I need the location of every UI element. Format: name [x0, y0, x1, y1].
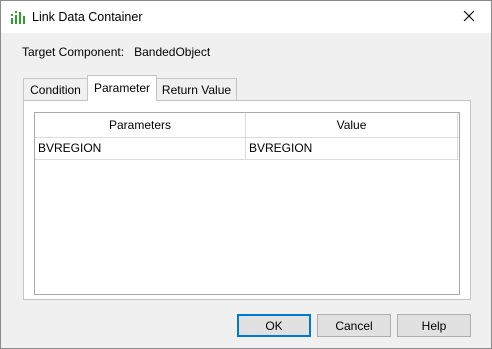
value-cell[interactable]: BVREGION: [246, 138, 458, 159]
tab-parameter[interactable]: Parameter: [87, 75, 157, 101]
target-component-row: Target Component: BandedObject: [22, 45, 210, 59]
parameters-table: Parameters Value BVREGION BVREGION: [34, 112, 460, 295]
close-button[interactable]: [447, 1, 491, 33]
table-header: Parameters Value: [35, 113, 459, 138]
target-component-value: BandedObject: [134, 45, 211, 59]
tab-condition[interactable]: Condition: [23, 78, 88, 100]
title-bar[interactable]: Link Data Container: [1, 1, 491, 33]
cancel-button[interactable]: Cancel: [317, 314, 391, 337]
ok-button[interactable]: OK: [237, 314, 311, 337]
column-header-parameters[interactable]: Parameters: [35, 113, 246, 137]
table-row[interactable]: BVREGION BVREGION: [35, 138, 459, 160]
window-title: Link Data Container: [32, 10, 143, 24]
tab-return-value[interactable]: Return Value: [156, 78, 237, 100]
help-button[interactable]: Help: [397, 314, 471, 337]
close-icon: [463, 10, 475, 25]
parameter-cell[interactable]: BVREGION: [35, 138, 246, 159]
parameter-tab-panel: Parameters Value BVREGION BVREGION: [23, 100, 471, 300]
link-data-container-dialog: Link Data Container Target Component: Ba…: [0, 0, 492, 349]
chart-bars-icon: [10, 9, 26, 25]
column-header-value[interactable]: Value: [246, 113, 458, 137]
target-component-label: Target Component:: [22, 45, 125, 59]
